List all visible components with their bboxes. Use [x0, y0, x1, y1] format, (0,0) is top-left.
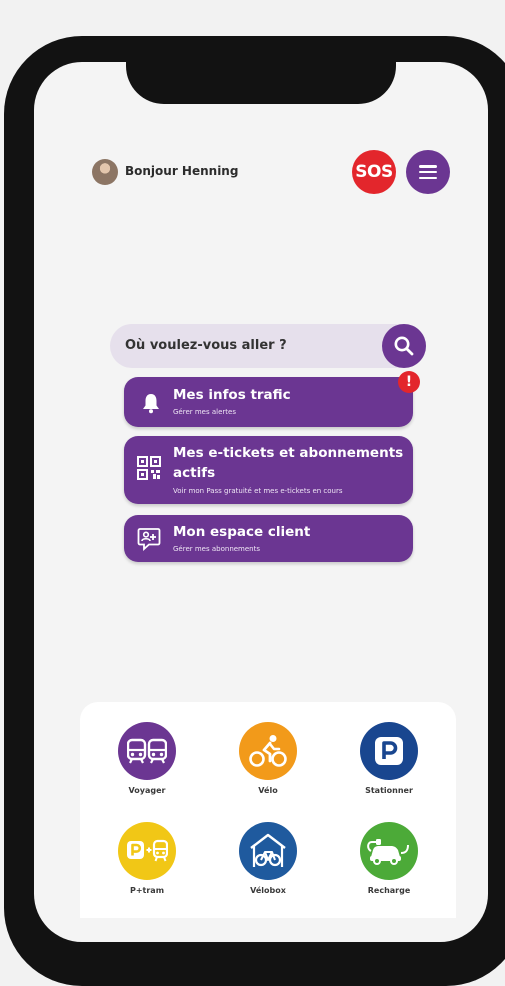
- greeting-text: Bonjour Henning: [125, 164, 239, 178]
- search-button[interactable]: [382, 324, 426, 368]
- hamburger-icon: [419, 165, 437, 179]
- bike-icon: [249, 735, 287, 767]
- service-label: Stationner: [365, 786, 413, 795]
- search-input[interactable]: Où voulez-vous aller ?: [125, 338, 287, 353]
- alert-badge: !: [398, 371, 420, 393]
- bus-tram-icon: [127, 738, 167, 764]
- service-label: Voyager: [128, 786, 166, 795]
- card-subtitle: Gérer mes alertes: [173, 408, 236, 416]
- service-velobox[interactable]: Vélobox: [223, 822, 313, 895]
- etickets-card[interactable]: Mes e-tickets et abonnements actifs Voir…: [124, 436, 413, 504]
- service-stationner[interactable]: Stationner: [344, 722, 434, 795]
- service-ptram-circle: [118, 822, 176, 880]
- service-velo[interactable]: Vélo: [223, 722, 313, 795]
- card-subtitle: Voir mon Pass gratuité et mes e-tickets …: [173, 487, 343, 495]
- ev-charge-icon: [367, 839, 409, 865]
- bike-shelter-icon: [250, 833, 286, 867]
- service-label: Vélo: [258, 786, 278, 795]
- traffic-info-card[interactable]: Mes infos trafic Gérer mes alertes: [124, 377, 413, 427]
- card-title: Mon espace client: [173, 524, 311, 540]
- app-header: Bonjour Henning SOS: [92, 150, 454, 194]
- sos-label: SOS: [355, 162, 393, 182]
- phone-notch: [126, 42, 396, 104]
- card-title-line2: actifs: [173, 465, 216, 481]
- services-panel: Voyager Vélo Stationner P+tram Vélobox R…: [80, 702, 456, 918]
- service-voyager-circle: [118, 722, 176, 780]
- service-stationner-circle: [360, 722, 418, 780]
- search-icon: [394, 336, 414, 356]
- service-label: Recharge: [367, 886, 411, 895]
- service-recharge-circle: [360, 822, 418, 880]
- service-recharge[interactable]: Recharge: [344, 822, 434, 895]
- service-velo-circle: [239, 722, 297, 780]
- service-ptram[interactable]: P+tram: [102, 822, 192, 895]
- card-subtitle: Gérer mes abonnements: [173, 545, 261, 553]
- card-title-line1: Mes e-tickets et abonnements: [173, 445, 404, 461]
- client-space-card[interactable]: Mon espace client Gérer mes abonnements: [124, 515, 413, 562]
- sos-button[interactable]: SOS: [352, 150, 396, 194]
- park-and-ride-icon: [127, 839, 168, 862]
- card-title: Mes infos trafic: [173, 387, 291, 403]
- parking-icon: [375, 737, 403, 765]
- bell-icon: [143, 394, 159, 414]
- alert-badge-mark: !: [405, 374, 413, 390]
- service-velobox-circle: [239, 822, 297, 880]
- menu-button[interactable]: [406, 150, 450, 194]
- qr-code-icon: [137, 456, 161, 480]
- service-voyager[interactable]: Voyager: [102, 722, 192, 795]
- search-bar[interactable]: Où voulez-vous aller ?: [110, 324, 426, 368]
- avatar[interactable]: [92, 159, 118, 185]
- user-chat-icon: [137, 528, 161, 551]
- service-label: P+tram: [129, 886, 165, 895]
- service-label: Vélobox: [250, 886, 286, 895]
